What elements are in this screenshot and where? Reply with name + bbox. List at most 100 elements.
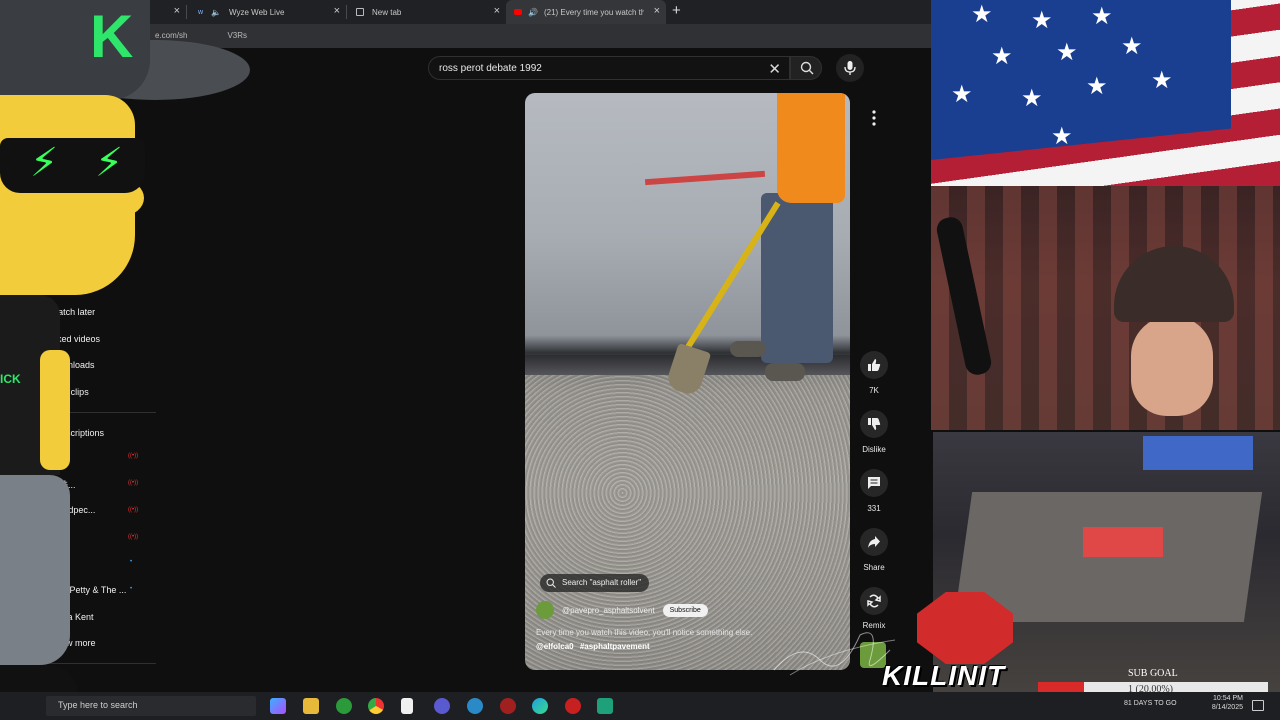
star-icon: ★	[1021, 85, 1043, 112]
live-dot-icon: ((•))	[128, 534, 139, 540]
channel-name[interactable]: @pavepro_asphaltsolvent	[562, 606, 655, 615]
taskbar-time[interactable]: 10:54 PM	[1203, 695, 1243, 702]
file-explorer-icon[interactable]	[303, 698, 319, 714]
sidebar-item-your-clips[interactable]: Your clips	[50, 387, 89, 397]
webcam-feed	[931, 186, 1280, 430]
search-input[interactable]: ross perot debate 1992 ✕	[428, 56, 790, 80]
countdown-text: 81 DAYS TO GO	[1124, 700, 1177, 707]
like-count: 7K	[869, 386, 879, 395]
notification-icon[interactable]	[1252, 700, 1264, 711]
new-tab-button[interactable]: +	[672, 2, 681, 19]
sidebar-divider	[0, 412, 156, 413]
new-content-dot-icon: •	[130, 586, 133, 592]
clear-search-icon[interactable]: ✕	[768, 60, 781, 78]
sidebar-divider	[0, 663, 156, 664]
star-icon: ★	[1051, 123, 1073, 150]
browser-tab-partial[interactable]: ×	[160, 0, 186, 24]
star-icon: ★	[1151, 67, 1173, 94]
app-icon[interactable]	[467, 698, 483, 714]
dislike-button[interactable]	[860, 410, 888, 438]
browser-tab-wyze[interactable]: w 🔈 Wyze Web Live ×	[190, 0, 346, 24]
rgb-keyboard	[1083, 527, 1163, 557]
video-worker-boot	[765, 363, 805, 381]
remix-icon	[867, 594, 881, 608]
new-content-dot-icon: •	[130, 559, 133, 565]
signature-watermark	[773, 632, 896, 676]
dislike-label: Dislike	[862, 445, 886, 454]
app-icon[interactable]	[597, 698, 613, 714]
browser-tab-newtab[interactable]: New tab ×	[348, 0, 506, 24]
address-bar[interactable]: e.com/sh V3Rs	[0, 24, 931, 48]
share-label: Share	[863, 563, 885, 572]
copilot-icon[interactable]	[270, 698, 286, 714]
desk	[953, 492, 1263, 622]
sidebar-item-your-videos[interactable]: Your videos	[50, 280, 97, 290]
audio-icon[interactable]: 🔊	[528, 8, 538, 17]
sidebar-item-liked-videos[interactable]: Liked videos	[50, 334, 100, 344]
related-search-chip[interactable]: Search "asphalt roller"	[540, 574, 650, 592]
remix-button[interactable]	[860, 587, 888, 615]
edge-icon[interactable]	[532, 698, 548, 714]
wyze-icon: w	[198, 8, 204, 16]
windows-taskbar: Type here to search 81 DAYS TO GO 10:54 …	[0, 692, 1280, 720]
close-icon[interactable]: ×	[174, 5, 180, 17]
notepad-icon[interactable]	[401, 698, 413, 714]
tab-label: New tab	[372, 7, 402, 17]
sidebar-show-more[interactable]: Show more	[50, 638, 96, 648]
browser-tab-youtube[interactable]: 🔊 (21) Every time you watch th ×	[506, 0, 666, 24]
app-icon[interactable]	[565, 698, 581, 714]
more-options-icon[interactable]	[863, 107, 885, 129]
sidebar-item-downloads[interactable]: Downloads	[50, 360, 95, 370]
search-icon	[546, 578, 556, 588]
sidebar-sub-kayla-kent[interactable]: Kayla Kent	[50, 612, 94, 622]
monitor	[1143, 436, 1253, 470]
voice-search-button[interactable]	[836, 54, 864, 82]
close-icon[interactable]: ×	[654, 5, 660, 17]
comments-count: 331	[867, 504, 881, 513]
like-button[interactable]	[860, 351, 888, 379]
microphone-icon	[844, 61, 856, 75]
channel-avatar[interactable]	[536, 601, 554, 619]
streamer-face	[1131, 316, 1213, 416]
star-icon: ★	[951, 81, 973, 108]
live-dot-icon: ((•))	[128, 507, 139, 513]
close-icon[interactable]: ×	[494, 5, 500, 17]
us-flag-overlay: ★ ★ ★ ★ ★ ★ ★ ★ ★ ★ ★	[931, 0, 1280, 186]
sidebar-item-watch-later[interactable]: Watch later	[50, 307, 95, 317]
subscribe-button[interactable]: Subscribe	[662, 603, 708, 617]
youtube-icon	[514, 9, 522, 15]
hashtag-link[interactable]: #asphaltpavement	[580, 642, 650, 651]
share-button[interactable]	[860, 528, 888, 556]
xbox-icon[interactable]	[336, 698, 352, 714]
mention-link[interactable]: @elfolca0	[536, 642, 574, 651]
comments-button[interactable]	[860, 469, 888, 497]
sidebar-sub-partial[interactable]: Woodpec...	[50, 505, 95, 515]
tab-divider	[186, 5, 187, 19]
sidebar-sub-tom-petty[interactable]: Tom Petty & The ...	[50, 585, 126, 595]
short-hashtags: @elfolca0 #asphaltpavement	[536, 642, 650, 651]
search-button[interactable]	[790, 56, 822, 80]
app-icon[interactable]	[500, 698, 516, 714]
sidebar-sub-partial[interactable]: 爱味...	[50, 478, 76, 491]
killinit-logo-text: KILLINIT	[882, 660, 1006, 691]
tab-label: (21) Every time you watch th	[543, 7, 644, 17]
star-icon: ★	[971, 1, 993, 28]
video-worker-boot	[730, 341, 766, 357]
close-icon[interactable]: ×	[334, 5, 340, 17]
newtab-icon	[356, 8, 364, 16]
chrome-icon[interactable]	[368, 698, 384, 714]
sidebar-sub-partial[interactable]: ER	[50, 532, 63, 542]
thumbs-up-icon	[868, 359, 881, 371]
star-icon: ★	[1056, 39, 1078, 66]
sidebar-sub-partial[interactable]: AND	[50, 558, 69, 568]
sidebar-subscriptions-heading[interactable]: Subscriptions	[50, 428, 104, 438]
taskbar-search-input[interactable]: Type here to search	[46, 696, 256, 716]
live-dot-icon: ((•))	[128, 453, 139, 459]
obs-icon[interactable]	[434, 698, 450, 714]
star-icon: ★	[1091, 3, 1113, 30]
url-text: e.com/sh V3Rs	[155, 31, 248, 40]
thumbs-down-icon	[868, 418, 881, 430]
speaker-icon[interactable]: 🔈	[211, 8, 221, 17]
youtube-page: ross perot debate 1992 ✕ Your videos Wat…	[0, 48, 931, 690]
taskbar-date[interactable]: 8/14/2025	[1203, 704, 1243, 711]
